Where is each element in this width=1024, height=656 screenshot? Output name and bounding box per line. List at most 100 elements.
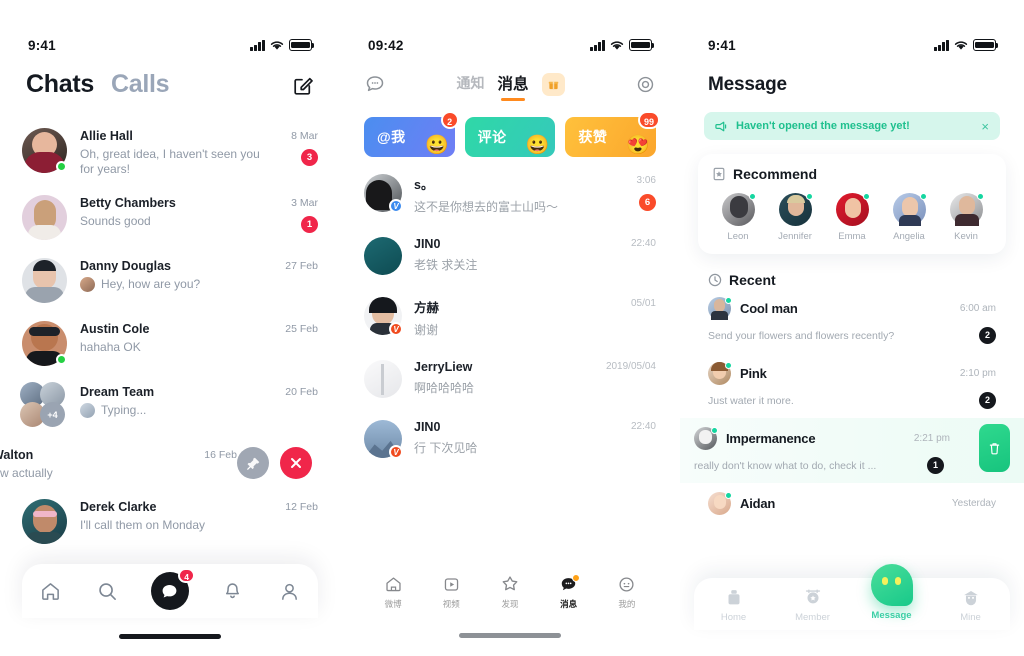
recent-item-bottom: really don't know what to do, check it .… (694, 457, 996, 474)
card-likes[interactable]: 获赞 😍 99 (565, 111, 661, 157)
list-item[interactable]: V s。 这不是你想去的富士山吗～ 3:06 6 (364, 163, 656, 226)
compose-icon[interactable] (292, 74, 314, 96)
search-icon[interactable] (94, 578, 120, 604)
recent-item[interactable]: Cool man 6:00 am Send your flowers and f… (708, 288, 996, 353)
tab-messages[interactable]: 消息 (497, 72, 528, 101)
recent-item[interactable]: Aidan Yesterday (708, 483, 996, 524)
recent-item[interactable]: Pink 2:10 pm Just water it more. 2 (708, 353, 996, 418)
list-item-swiped[interactable]: ne Walton t know actually 16 Feb (0, 438, 340, 490)
nav-home[interactable]: Home (704, 586, 764, 623)
nav-mine[interactable]: Mine (941, 586, 1001, 623)
card-comments[interactable]: 评论 😀 (464, 117, 556, 157)
tab-notifications[interactable]: 通知 (456, 73, 484, 100)
section-title: Recent (729, 272, 776, 288)
signal-icon (934, 39, 949, 51)
list-item-meta: 05/01 (631, 297, 656, 309)
list-item[interactable]: JerryLiew 啊哈哈哈哈 2019/05/04 (364, 349, 656, 409)
nav-messages-active[interactable]: 消息 (559, 573, 581, 610)
tab-chats[interactable]: Chats (26, 70, 94, 99)
contact-name: Cool man (740, 301, 798, 316)
battery-icon (289, 39, 315, 51)
panel-weibo-messages: 09:42 通知 消息 @我 😀 2 评论 😀 获赞 😍 99 V s。 这不是… (340, 0, 680, 656)
nav-discover[interactable]: 发现 (500, 574, 520, 610)
unread-badge: 1 (301, 216, 318, 233)
contact-name: s。 (414, 178, 434, 192)
timestamp: 27 Feb (285, 260, 318, 272)
banner-text: Haven't opened the message yet! (736, 120, 910, 132)
avatar (364, 237, 402, 275)
online-indicator (725, 297, 732, 304)
list-item[interactable]: V JIN0 行 下次见哈 22:40 (364, 409, 656, 469)
message-preview: Just water it more. (708, 394, 794, 407)
person-name: Jennifer (778, 231, 812, 242)
contact-name: Derek Clarke (80, 500, 157, 514)
nav-label: Message (871, 610, 912, 621)
preview-row: Typing... (80, 403, 266, 418)
nav-member[interactable]: Member (783, 586, 843, 623)
person-icon[interactable] (277, 578, 303, 604)
list-item[interactable]: V 方赫 谢谢 05/01 (364, 286, 656, 349)
list-item[interactable]: Betty Chambers Sounds good 3 Mar 1 (0, 186, 340, 249)
recent-item-top: Aidan Yesterday (708, 492, 996, 515)
list-item[interactable]: Derek Clarke I'll call them on Monday 12… (0, 490, 340, 553)
list-item[interactable]: Allie Hall Oh, great idea, I haven't see… (0, 119, 340, 186)
bell-icon[interactable] (220, 578, 246, 604)
status-icons (250, 39, 315, 51)
contact-name: Danny Douglas (80, 259, 171, 273)
message-preview: Sounds good (80, 214, 151, 228)
timestamp: 8 Mar (291, 130, 318, 142)
message-preview: 这不是你想去的富士山吗～ (414, 200, 559, 214)
list-item-body: JIN0 老铁 求关注 (414, 237, 631, 273)
nav-label: Mine (960, 612, 981, 623)
unread-badge: 3 (301, 149, 318, 166)
gift-icon[interactable] (541, 72, 565, 96)
nav-chat-active[interactable]: 4 (150, 568, 195, 610)
tab-calls[interactable]: Calls (111, 70, 170, 99)
status-bar: 9:41 (680, 28, 1024, 62)
nav-label: 微博 (384, 598, 402, 609)
settings-gear-icon[interactable] (635, 74, 656, 95)
recommend-person[interactable]: Emma (828, 193, 876, 242)
close-icon[interactable] (280, 447, 312, 479)
online-indicator (725, 362, 732, 369)
nav-mine[interactable]: 我的 (617, 575, 636, 610)
pin-icon[interactable] (237, 447, 269, 479)
section-title: Recommend (733, 166, 818, 182)
list-item[interactable]: Austin Cole hahaha OK 25 Feb (0, 312, 340, 375)
home-indicator (459, 633, 561, 638)
sender-mini-avatar (80, 403, 95, 418)
recent-item-bottom: Just water it more. 2 (708, 392, 996, 409)
status-time: 9:41 (708, 37, 736, 53)
message-preview: Send your flowers and flowers recently? (708, 329, 895, 342)
online-indicator (919, 193, 927, 200)
nav-weibo[interactable]: 微博 (384, 575, 403, 610)
avatar (22, 195, 67, 240)
status-bar: 09:42 (340, 28, 680, 62)
trash-icon[interactable] (979, 424, 1010, 472)
recommend-person[interactable]: Angelia (885, 193, 933, 242)
close-icon[interactable]: × (981, 119, 989, 134)
list-item[interactable]: JIN0 老铁 求关注 22:40 (364, 226, 656, 286)
nav-message-active[interactable]: Message (862, 564, 922, 621)
nav-home[interactable] (37, 578, 63, 604)
recommend-person[interactable]: Kevin (942, 193, 990, 242)
card-mentions[interactable]: @我 😀 2 (364, 111, 459, 157)
wifi-icon (270, 40, 284, 51)
list-item-body: JerryLiew 啊哈哈哈哈 (414, 360, 606, 396)
list-item[interactable]: +4 Dream Team Typing... 20 Feb (0, 375, 340, 438)
chat-bubble-icon[interactable] (364, 73, 386, 95)
list-item[interactable]: Danny Douglas Hey, how are you? 27 Feb (0, 249, 340, 312)
list-item-body: 方赫 谢谢 (414, 297, 631, 338)
message-preview: 啊哈哈哈哈 (414, 381, 475, 395)
list-item-body: Austin Cole hahaha OK (80, 321, 266, 355)
list-item-meta: 8 Mar 3 (266, 128, 318, 166)
online-indicator (56, 161, 67, 172)
status-time: 9:41 (28, 37, 56, 53)
person-name: Emma (838, 231, 866, 242)
recent-item-swiped[interactable]: Impermanence 2:21 pm really don't know w… (680, 418, 1024, 483)
nav-video[interactable]: 视频 (442, 575, 461, 610)
avatar (22, 128, 67, 173)
recommend-person[interactable]: Leon (714, 193, 762, 242)
recommend-person[interactable]: Jennifer (771, 193, 819, 242)
list-item-body: Derek Clarke I'll call them on Monday (80, 499, 266, 533)
